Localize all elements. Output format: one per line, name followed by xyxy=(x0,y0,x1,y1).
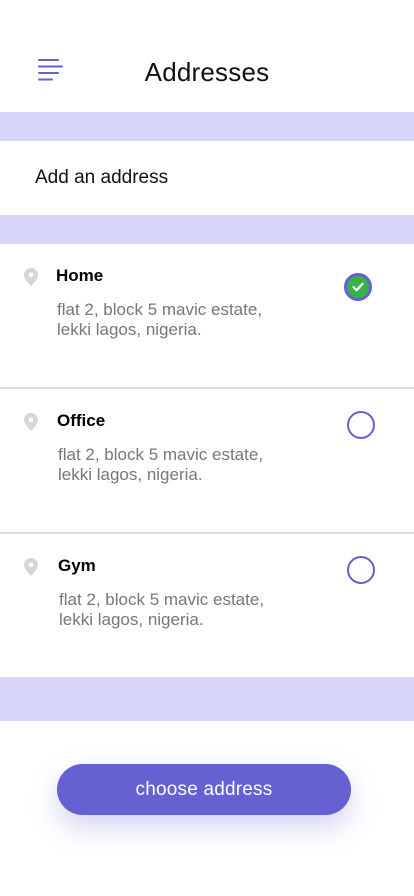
section-divider xyxy=(0,677,414,721)
address-line-2: lekki lagos, nigeria. xyxy=(58,465,203,484)
address-line-1: flat 2, block 5 mavic estate, xyxy=(59,590,265,609)
section-divider xyxy=(0,215,414,244)
add-address-label: Add an address xyxy=(35,167,169,188)
selected-radio-check-icon[interactable] xyxy=(344,273,372,301)
address-item-office[interactable]: Office flat 2, block 5 mavic estate, lek… xyxy=(0,389,414,534)
address-name: Office xyxy=(57,411,106,430)
address-line-1: flat 2, block 5 mavic estate, xyxy=(57,300,263,319)
location-pin-icon xyxy=(24,268,38,286)
location-pin-icon xyxy=(24,413,38,431)
footer: choose address xyxy=(0,721,414,896)
address-line-2: lekki lagos, nigeria. xyxy=(57,320,202,339)
header: Addresses xyxy=(0,0,414,112)
address-name: Gym xyxy=(58,556,96,575)
add-address-button[interactable]: Add an address xyxy=(0,141,414,215)
section-divider xyxy=(0,112,414,141)
location-pin-icon xyxy=(24,558,38,576)
unselected-radio[interactable] xyxy=(347,556,375,584)
address-line-2: lekki lagos, nigeria. xyxy=(59,610,204,629)
address-name: Home xyxy=(56,266,104,285)
address-item-gym[interactable]: Gym flat 2, block 5 mavic estate, lekki … xyxy=(0,534,414,677)
address-line-1: flat 2, block 5 mavic estate, xyxy=(58,445,264,464)
unselected-radio[interactable] xyxy=(347,411,375,439)
choose-address-button[interactable]: choose address xyxy=(57,764,351,815)
page-title: Addresses xyxy=(144,57,270,87)
address-item-home[interactable]: Home flat 2, block 5 mavic estate, lekki… xyxy=(0,244,414,389)
